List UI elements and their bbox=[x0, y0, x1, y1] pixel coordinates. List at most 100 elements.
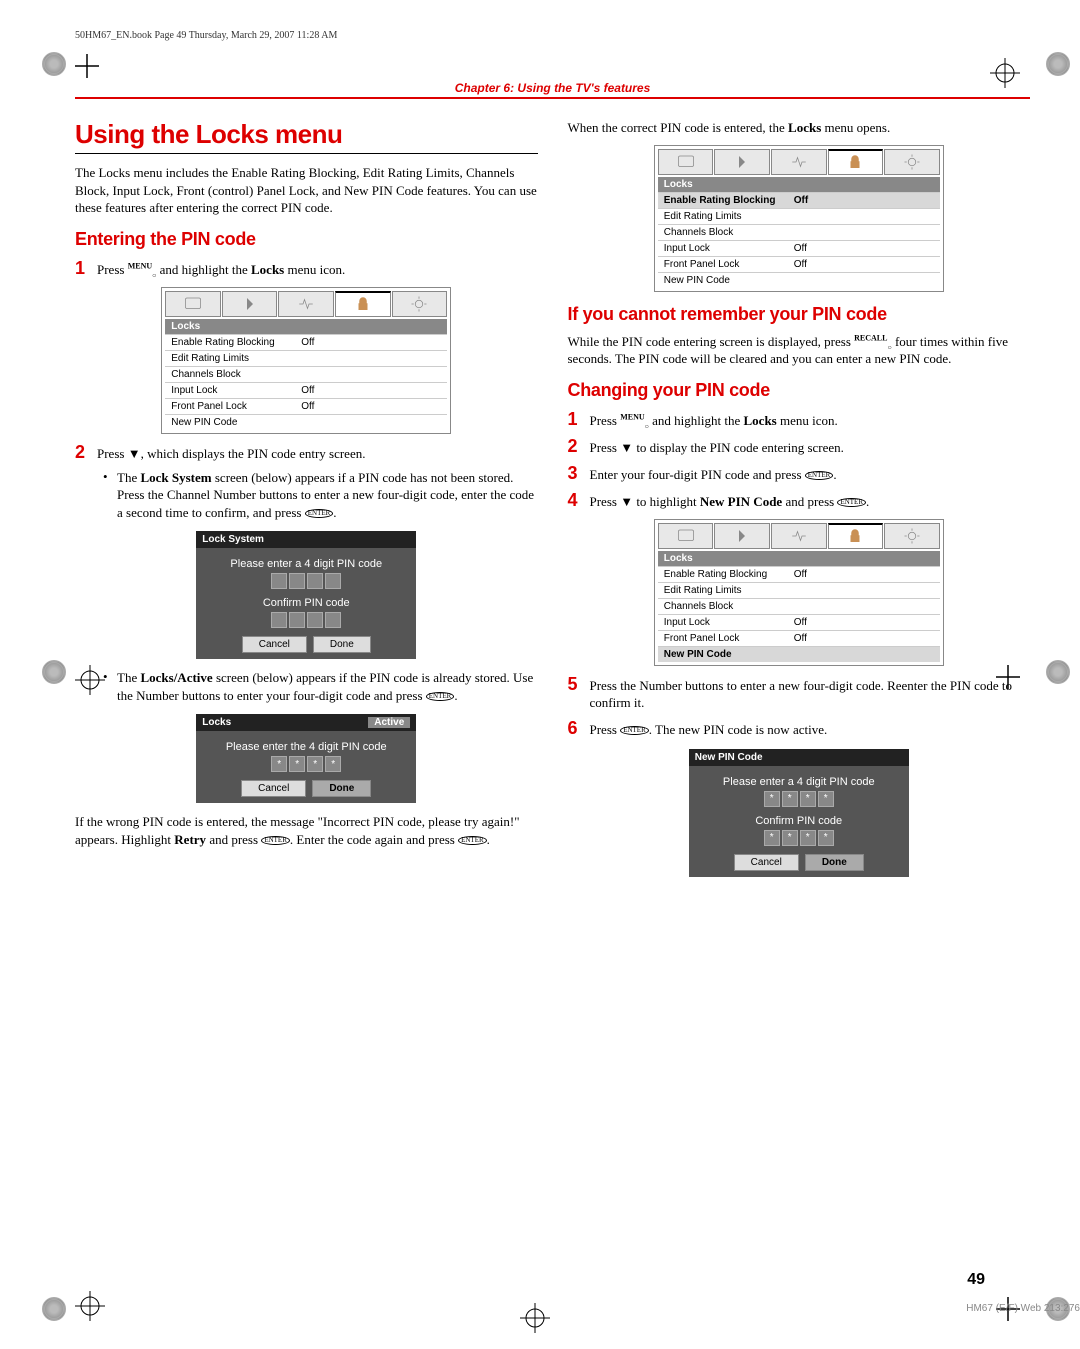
menu-row-label: Edit Rating Limits bbox=[171, 353, 301, 364]
change-step-2: 2 Press ▼ to display the PIN code enteri… bbox=[568, 436, 1031, 457]
menu-row: Input LockOff bbox=[658, 240, 940, 256]
menu-row-label: Edit Rating Limits bbox=[664, 585, 794, 596]
enter-key-icon: ENTER bbox=[837, 498, 866, 507]
cross-mr bbox=[996, 665, 1020, 689]
body-text: While the PIN code entering screen is di… bbox=[568, 334, 855, 349]
menu-row-value: Off bbox=[794, 569, 834, 580]
dialog-title: Lock System bbox=[202, 534, 264, 545]
menu-row-label: Front Panel Lock bbox=[664, 633, 794, 644]
bullet-dot-icon: • bbox=[103, 469, 117, 485]
step-text: Press ▼ to highlight bbox=[590, 494, 700, 509]
crosshair-tr bbox=[990, 58, 1020, 88]
step-number: 2 bbox=[75, 442, 97, 463]
step-number: 1 bbox=[75, 258, 97, 279]
menu-rows: Enable Rating BlockingOffEdit Rating Lim… bbox=[658, 566, 940, 662]
done-button: Done bbox=[805, 854, 864, 871]
enter-key-icon: ENTER bbox=[458, 836, 487, 845]
step-2: 2 Press ▼, which displays the PIN code e… bbox=[75, 442, 538, 463]
step-number: 5 bbox=[568, 674, 590, 695]
step-text: Press bbox=[97, 262, 128, 277]
menu-row-label: New PIN Code bbox=[171, 417, 301, 428]
bullet-lock-system: • The Lock System screen (below) appears… bbox=[103, 469, 538, 522]
menu-row-value: Off bbox=[794, 195, 834, 206]
locks-menu-screenshot-3: Locks Enable Rating BlockingOffEdit Rati… bbox=[654, 519, 944, 666]
menu-row: Input LockOff bbox=[658, 614, 940, 630]
menu-row: Channels Block bbox=[658, 598, 940, 614]
menu-tab-icon bbox=[278, 291, 334, 317]
menu-tab-icon bbox=[884, 523, 940, 549]
subheading-entering-pin: Entering the PIN code bbox=[75, 229, 538, 250]
correct-pin-paragraph: When the correct PIN code is entered, th… bbox=[568, 119, 1031, 137]
cancel-button: Cancel bbox=[734, 854, 799, 871]
chapter-divider bbox=[75, 97, 1030, 99]
menu-row-label: New PIN Code bbox=[664, 275, 794, 286]
menu-tab-locks-icon bbox=[828, 149, 884, 175]
change-step-3: 3 Enter your four-digit PIN code and pre… bbox=[568, 463, 1031, 484]
menu-row-label: Enable Rating Blocking bbox=[664, 569, 794, 580]
menu-tab-icon bbox=[884, 149, 940, 175]
new-pin-dialog: New PIN Code Please enter a 4 digit PIN … bbox=[689, 749, 909, 877]
section-heading: Using the Locks menu bbox=[75, 119, 538, 150]
done-button: Done bbox=[312, 780, 371, 797]
pin-confirm-boxes bbox=[695, 830, 903, 846]
menu-row-label: Input Lock bbox=[171, 385, 301, 396]
dialog-title: New PIN Code bbox=[695, 752, 763, 763]
change-step-1: 1 Press MENU○ and highlight the Locks me… bbox=[568, 409, 1031, 430]
menu-row-label: Front Panel Lock bbox=[664, 259, 794, 270]
menu-row-label: Enable Rating Blocking bbox=[171, 337, 301, 348]
dialog-prompt: Confirm PIN code bbox=[202, 597, 410, 609]
cancel-button: Cancel bbox=[242, 636, 307, 653]
menu-row-value: Off bbox=[794, 617, 834, 628]
chapter-title: Chapter 6: Using the TV's features bbox=[75, 81, 1030, 95]
menu-key-label: MENU bbox=[128, 261, 152, 270]
menu-row-value: Off bbox=[794, 633, 834, 644]
menu-row-label: Edit Rating Limits bbox=[664, 211, 794, 222]
locks-active-dialog: LocksActive Please enter the 4 digit PIN… bbox=[196, 714, 416, 803]
menu-tab-icon bbox=[165, 291, 221, 317]
done-button: Done bbox=[313, 636, 371, 653]
menu-row-label: Front Panel Lock bbox=[171, 401, 301, 412]
locks-menu-screenshot-1: Locks Enable Rating BlockingOffEdit Rati… bbox=[161, 287, 451, 434]
menu-row: New PIN Code bbox=[658, 646, 940, 662]
step-text: menu icon. bbox=[777, 413, 838, 428]
bold-word: Lock System bbox=[140, 470, 211, 485]
menu-row-value bbox=[794, 649, 834, 660]
menu-row-label: Channels Block bbox=[664, 601, 794, 612]
bold-word: New PIN Code bbox=[700, 494, 782, 509]
menu-row-label: Channels Block bbox=[664, 227, 794, 238]
change-step-5: 5 Press the Number buttons to enter a ne… bbox=[568, 674, 1031, 712]
bullet-text: The bbox=[117, 670, 140, 685]
menu-row-value: Off bbox=[794, 243, 834, 254]
step-text: Enter your four-digit PIN code and press bbox=[590, 467, 805, 482]
menu-row-value bbox=[794, 585, 834, 596]
footer-code: HM67 (E/F) Web 213:276 bbox=[966, 1303, 1080, 1314]
step-text: and highlight the bbox=[649, 413, 744, 428]
crosshair-ml bbox=[75, 665, 105, 695]
menu-row: Front Panel LockOff bbox=[658, 256, 940, 272]
bullet-text: The bbox=[117, 470, 140, 485]
menu-row-value: Off bbox=[301, 401, 341, 412]
step-text: Press ▼, which displays the PIN code ent… bbox=[97, 442, 365, 463]
step-1: 1 Press MENU○ and highlight the Locks me… bbox=[75, 258, 538, 279]
heading-underline bbox=[75, 153, 538, 154]
cross-tl bbox=[75, 54, 99, 78]
menu-row: Edit Rating Limits bbox=[165, 350, 447, 366]
menu-row-value bbox=[794, 275, 834, 286]
menu-row: Input LockOff bbox=[165, 382, 447, 398]
bold-word: Locks/Active bbox=[140, 670, 212, 685]
enter-key-icon: ENTER bbox=[805, 471, 834, 480]
step-text: and press bbox=[782, 494, 837, 509]
enter-key-icon: ENTER bbox=[305, 509, 334, 518]
wrong-pin-paragraph: If the wrong PIN code is entered, the me… bbox=[75, 813, 538, 848]
menu-tab-icon bbox=[771, 149, 827, 175]
menu-row-value bbox=[794, 601, 834, 612]
dialog-title-left: Locks bbox=[202, 717, 231, 728]
dialog-title-right: Active bbox=[368, 717, 410, 728]
book-header-line: 50HM67_EN.book Page 49 Thursday, March 2… bbox=[75, 30, 1030, 41]
crop-circle-mr bbox=[1046, 660, 1070, 684]
body-text: . Enter the code again and press bbox=[290, 832, 458, 847]
menu-tab-locks-icon bbox=[828, 523, 884, 549]
body-text: When the correct PIN code is entered, th… bbox=[568, 120, 789, 135]
menu-row: Edit Rating Limits bbox=[658, 208, 940, 224]
body-text: and press bbox=[206, 832, 261, 847]
